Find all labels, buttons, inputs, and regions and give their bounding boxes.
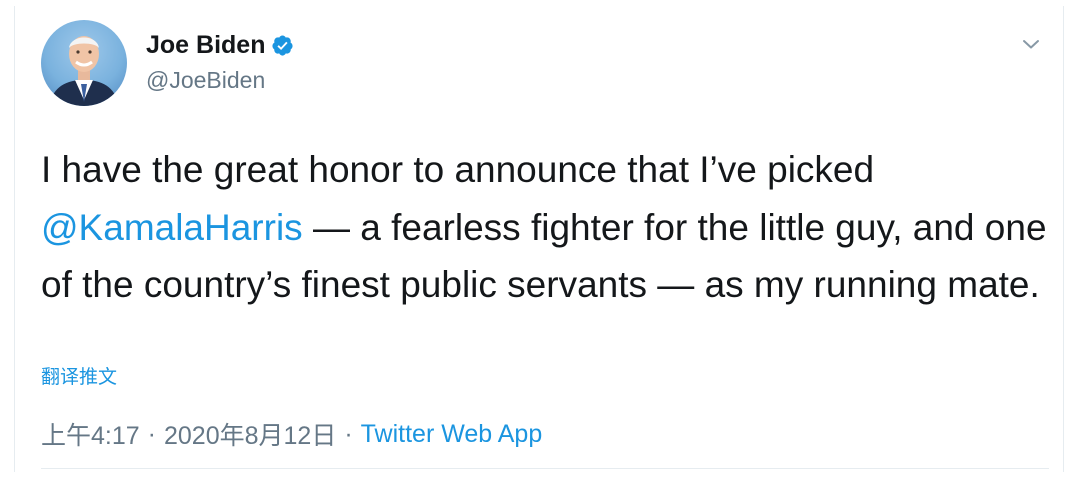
avatar-portrait xyxy=(49,36,119,106)
meta-separator: · xyxy=(147,419,156,448)
verified-badge-icon xyxy=(272,34,294,56)
author-handle[interactable]: @JoeBiden xyxy=(146,64,294,96)
avatar[interactable] xyxy=(41,20,127,106)
tweet-header: Joe Biden @JoeBiden xyxy=(41,20,294,106)
chevron-down-icon[interactable] xyxy=(1019,32,1043,56)
tweet-meta: 上午4:17 · 2020年8月12日 · Twitter Web App xyxy=(41,416,542,452)
display-name-row: Joe Biden xyxy=(146,30,294,60)
author-display-name[interactable]: Joe Biden xyxy=(146,30,265,60)
tweet-card: Joe Biden @JoeBiden I have the great hon… xyxy=(14,6,1064,472)
tweet-text-line1: I have the great honor to announce that … xyxy=(41,149,875,190)
meta-separator-2: · xyxy=(344,419,353,448)
mention-link[interactable]: @KamalaHarris xyxy=(41,207,303,248)
timestamp-date[interactable]: 2020年8月12日 xyxy=(164,416,336,452)
translate-tweet-link[interactable]: 翻译推文 xyxy=(41,362,117,389)
tweet-text: I have the great honor to announce that … xyxy=(41,141,1051,314)
divider xyxy=(41,468,1049,469)
author-names: Joe Biden @JoeBiden xyxy=(146,30,294,96)
timestamp-time[interactable]: 上午4:17 xyxy=(41,416,140,452)
source-app-link[interactable]: Twitter Web App xyxy=(361,420,543,449)
